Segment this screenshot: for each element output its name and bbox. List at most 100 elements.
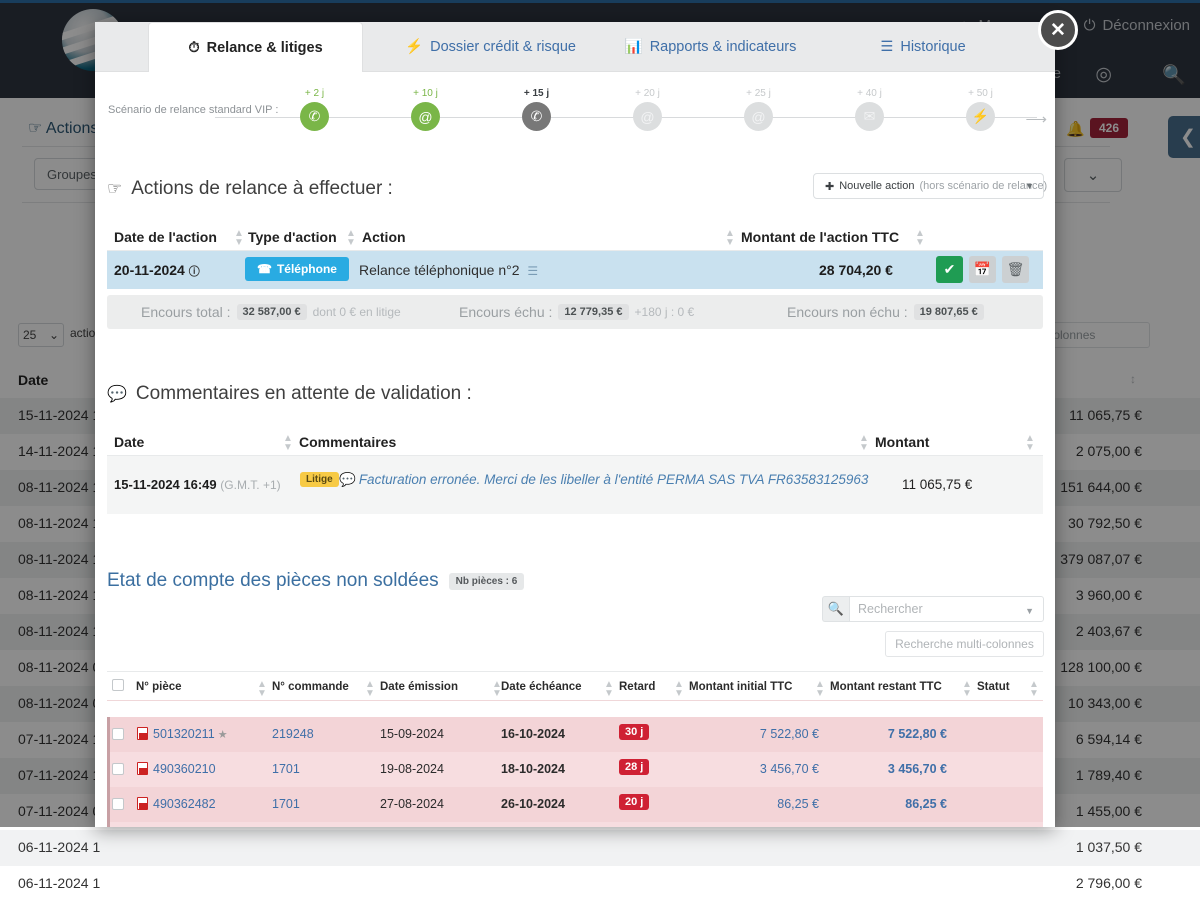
sort-icon[interactable]: ▲▼: [604, 680, 614, 698]
col-montant-restant[interactable]: Montant restant TTC: [830, 681, 942, 693]
scenario-label: Scénario de relance standard VIP :: [108, 104, 278, 116]
sort-icon[interactable]: ▲▼: [365, 680, 375, 698]
cell-date-emission: 15-09-2024: [380, 727, 444, 741]
multicolumn-placeholder: Recherche multi-colonnes: [895, 637, 1034, 651]
cell-n-piece[interactable]: 490362482: [153, 797, 216, 811]
tab-rapports-indicateurs[interactable]: 📊 Rapports & indicateurs: [603, 22, 818, 71]
sort-icon[interactable]: ▲▼: [815, 680, 825, 698]
cell-n-commande[interactable]: 219248: [272, 727, 314, 741]
encours-total: Encours total : 32 587,00 € dont 0 € en …: [141, 304, 401, 320]
col-date-action[interactable]: Date de l'action: [114, 229, 217, 245]
sort-icon[interactable]: ▲▼: [962, 680, 972, 698]
encours-summary-bar: Encours total : 32 587,00 € dont 0 € en …: [107, 295, 1043, 329]
comment-row[interactable]: 15-11-2024 16:49 (G.M.T. +1) Litige 💬Fac…: [107, 456, 1043, 514]
row-amount: 2 796,00 €: [1076, 875, 1142, 891]
cell-n-piece[interactable]: 490360210: [153, 762, 216, 776]
cell-date-emission: 27-08-2024: [380, 797, 444, 811]
table-row[interactable]: 06-11-2024 1 2 796,00 €: [0, 866, 1200, 902]
sort-icon[interactable]: ▲▼: [1025, 434, 1035, 452]
table-row[interactable]: 501320211 ★21924815-09-202416-10-202430 …: [107, 717, 1043, 752]
timeline-step-4[interactable]: + 20 j@: [633, 102, 662, 131]
row-accent: [107, 822, 110, 827]
row-checkbox[interactable]: [112, 798, 124, 810]
star-icon[interactable]: ★: [215, 729, 228, 741]
cell-montant-restant: 3 456,70 €: [835, 762, 947, 776]
tab-dossier-credit-risque[interactable]: ⚡ Dossier crédit & risque: [383, 22, 598, 71]
timeline-step-5[interactable]: + 25 j@: [744, 102, 773, 131]
row-date: 06-11-2024 1: [18, 875, 100, 891]
row-checkbox[interactable]: [112, 728, 124, 740]
pdf-icon[interactable]: [137, 762, 148, 775]
col-type-action[interactable]: Type d'action: [248, 229, 337, 245]
action-date-value: 20-11-2024: [114, 262, 185, 278]
sort-icon[interactable]: ▲▼: [346, 229, 356, 247]
col-retard[interactable]: Retard: [619, 681, 655, 693]
col-com-montant[interactable]: Montant: [875, 434, 929, 450]
col-date-echeance[interactable]: Date échéance: [501, 681, 582, 693]
action-description: Relance téléphonique n°2 ☰: [359, 262, 538, 278]
table-row[interactable]: 06-11-2024 11 037,50 €: [0, 830, 1200, 866]
col-montant-initial[interactable]: Montant initial TTC: [689, 681, 792, 693]
col-com-commentaires[interactable]: Commentaires: [299, 434, 396, 450]
row-checkbox[interactable]: [112, 763, 124, 775]
sort-icon[interactable]: ▲▼: [257, 680, 267, 698]
row-accent: [107, 717, 110, 752]
list-detail-icon[interactable]: ☰: [527, 264, 538, 278]
cell-n-piece[interactable]: 501320211 ★: [153, 727, 228, 741]
action-type-label: Téléphone: [277, 262, 337, 276]
tab-historique[interactable]: ☰ Historique: [828, 22, 1018, 71]
select-all-checkbox[interactable]: [112, 679, 124, 691]
sort-icon[interactable]: ▲▼: [725, 229, 735, 247]
timeline-step-3[interactable]: + 15 j✆: [522, 102, 551, 131]
encours-non-echu: Encours non échu : 19 807,65 €: [787, 304, 984, 320]
table-row[interactable]: 50132044514904815-10-202415-11-20241 713…: [107, 822, 1043, 827]
col-n-piece[interactable]: N° pièce: [136, 681, 182, 693]
close-icon: ✕: [1050, 19, 1066, 42]
cell-montant-initial: 86,25 €: [707, 797, 819, 811]
sort-icon[interactable]: ▲▼: [915, 229, 925, 247]
pdf-icon[interactable]: [137, 797, 148, 810]
col-n-commande[interactable]: N° commande: [272, 681, 349, 693]
comment-bubble-icon: 💬: [107, 384, 127, 404]
pdf-icon[interactable]: [137, 727, 148, 740]
col-com-date[interactable]: Date: [114, 434, 144, 450]
validate-action-button[interactable]: ✔: [936, 256, 963, 283]
action-type-badge[interactable]: ☎ Téléphone: [245, 257, 349, 281]
sort-icon[interactable]: ▲▼: [1029, 680, 1039, 698]
encours-total-label: Encours total :: [141, 304, 231, 320]
sort-icon[interactable]: ▲▼: [283, 434, 293, 452]
action-row[interactable]: 20-11-2024 ⓘ ☎ Téléphone Relance télépho…: [107, 251, 1043, 289]
col-action[interactable]: Action: [362, 229, 406, 245]
close-modal-button[interactable]: ✕: [1038, 10, 1078, 50]
comment-bubble-icon: 💬: [339, 472, 356, 487]
encours-echu-label: Encours échu :: [459, 304, 552, 320]
sort-icon[interactable]: ▲▼: [859, 434, 869, 452]
tab-relance-litiges[interactable]: ⏱ Relance & litiges: [148, 22, 363, 72]
timeline-step-1[interactable]: + 2 j✆: [300, 102, 329, 131]
search-input[interactable]: Rechercher ▼: [849, 596, 1044, 622]
sort-icon[interactable]: ▲▼: [234, 229, 244, 247]
table-row[interactable]: 490360210170119-08-202418-10-202428 j3 4…: [107, 752, 1043, 787]
pointing-hand-icon: ☞: [107, 179, 122, 199]
cell-n-commande[interactable]: 1701: [272, 762, 300, 776]
new-action-button[interactable]: ✚ Nouvelle action (hors scénario de rela…: [813, 173, 1044, 199]
table-row[interactable]: 490362482170127-08-202426-10-202420 j86,…: [107, 787, 1043, 822]
encours-echu-sub: +180 j : 0 €: [635, 305, 695, 319]
timeline-step-7[interactable]: + 50 j⚡: [966, 102, 995, 131]
search-icon[interactable]: 🔍: [822, 596, 849, 622]
sort-icon[interactable]: ▲▼: [674, 680, 684, 698]
col-statut[interactable]: Statut: [977, 681, 1010, 693]
comment-amount: 11 065,75 €: [902, 477, 972, 492]
cell-n-commande[interactable]: 1701: [272, 797, 300, 811]
col-montant-action[interactable]: Montant de l'action TTC: [741, 229, 899, 245]
calendar-action-button[interactable]: 📅: [969, 256, 996, 283]
col-date-emission[interactable]: Date émission: [380, 681, 458, 693]
encours-non-echu-label: Encours non échu :: [787, 304, 908, 320]
timeline-step-2[interactable]: + 10 j@: [411, 102, 440, 131]
cell-date-echeance: 26-10-2024: [501, 797, 565, 811]
delete-action-button[interactable]: 🗑: [1002, 256, 1029, 283]
info-icon[interactable]: ⓘ: [189, 266, 200, 278]
chevron-down-icon[interactable]: ▼: [1025, 606, 1034, 616]
multicolumn-search-input[interactable]: Recherche multi-colonnes: [885, 631, 1044, 657]
timeline-step-6[interactable]: + 40 j✉: [855, 102, 884, 131]
